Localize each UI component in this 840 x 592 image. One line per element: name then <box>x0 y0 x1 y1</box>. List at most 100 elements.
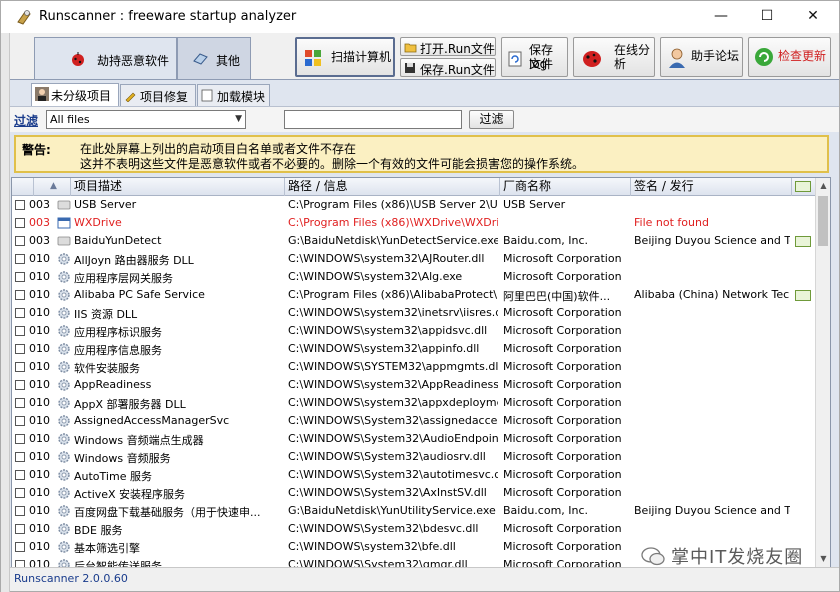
row-vendor: Microsoft Corporation <box>503 306 622 319</box>
filter-label[interactable]: 过滤 <box>14 112 38 129</box>
table-row[interactable]: 010 Alibaba PC Safe Service C:\Program Fil… <box>12 286 816 304</box>
scroll-up-icon[interactable]: ▲ <box>816 178 830 194</box>
bug-icon <box>72 52 84 66</box>
table-row[interactable]: 003 WXDrive C:\Program Files (x86)\WXDrive… <box>12 214 816 232</box>
table-row[interactable]: 010 Windows 音频端点生成器 C:\WINDOWS\System32\Au… <box>12 430 816 448</box>
row-vendor: USB Server <box>503 198 566 211</box>
row-checkbox[interactable] <box>15 542 25 552</box>
row-checkbox[interactable] <box>15 254 25 264</box>
row-vendor: Microsoft Corporation <box>503 252 622 265</box>
column-header-vendor[interactable]: 厂商名称 <box>500 178 631 196</box>
row-vendor: Microsoft Corporation <box>503 324 622 337</box>
row-checkbox[interactable] <box>15 470 25 480</box>
row-checkbox[interactable] <box>15 218 25 228</box>
row-checkbox[interactable] <box>15 326 25 336</box>
column-header-path[interactable]: 路径 / 信息 <box>285 178 500 196</box>
column-header-signature[interactable]: 签名 / 发行 <box>631 178 792 196</box>
scan-computer-button[interactable]: 扫描计算机 <box>295 37 395 77</box>
document-icon <box>201 89 213 102</box>
row-code: 010 <box>29 468 50 481</box>
table-row[interactable]: 010 AutoTime 服务 C:\WINDOWS\System32\autoti… <box>12 466 816 484</box>
row-checkbox[interactable] <box>15 488 25 498</box>
filter-button[interactable]: 过滤 <box>469 110 514 129</box>
table-row[interactable]: 010 AllJoyn 路由器服务 DLL C:\WINDOWS\system32\… <box>12 250 816 268</box>
row-checkbox[interactable] <box>15 308 25 318</box>
check-update-button[interactable]: 检查更新 <box>748 37 831 77</box>
table-row[interactable]: 010 软件安装服务 C:\WINDOWS\SYSTEM32\appmgmts.dl… <box>12 358 816 376</box>
row-description: BaiduYunDetect <box>74 234 162 247</box>
online-analysis-button[interactable]: 在线分 析 <box>573 37 655 77</box>
row-code: 010 <box>29 288 50 301</box>
row-checkbox[interactable] <box>15 236 25 246</box>
row-checkbox[interactable] <box>15 416 25 426</box>
scroll-down-icon[interactable]: ▼ <box>816 551 830 567</box>
row-checkbox[interactable] <box>15 272 25 282</box>
row-checkbox[interactable] <box>15 434 25 444</box>
row-checkbox[interactable] <box>15 452 25 462</box>
row-code: 010 <box>29 306 50 319</box>
row-checkbox[interactable] <box>15 362 25 372</box>
sort-column-header[interactable]: ▲ <box>34 178 71 196</box>
tab-other[interactable]: 其他 <box>177 37 251 79</box>
warning-banner: 警告: 在此处屏幕上列出的启动项目白名单或者文件不存在 这并不表明这些文件是恶意… <box>14 135 829 173</box>
row-code: 010 <box>29 414 50 427</box>
save-run-file-button[interactable]: 保存.Run文件 <box>400 58 496 77</box>
subtab-loaded-modules[interactable]: 加载模块 <box>197 84 270 106</box>
gear-icon <box>58 469 70 481</box>
check-update-label: 检查更新 <box>778 49 827 63</box>
table-row[interactable]: 010 AppX 部署服务器 DLL C:\WINDOWS\system32\app… <box>12 394 816 412</box>
row-checkbox[interactable] <box>15 290 25 300</box>
close-button[interactable]: ✕ <box>790 1 836 31</box>
table-row[interactable]: 010 百度网盘下载基础服务（用于快速申... G:\BaiduNetdisk\Yu… <box>12 502 816 520</box>
update-icon <box>755 48 773 66</box>
tab-hijack-malware[interactable]: 劫持恶意软件 <box>34 37 177 79</box>
row-path: C:\WINDOWS\system32\Alg.exe <box>288 270 463 283</box>
file-type-select[interactable]: All files ▼ <box>46 110 246 129</box>
subtab-repair[interactable]: 项目修复 <box>120 84 196 106</box>
row-vendor: Microsoft Corporation <box>503 486 622 499</box>
table-row[interactable]: 003 BaiduYunDetect G:\BaiduNetdisk\YunDete… <box>12 232 816 250</box>
background-window-edge <box>1 1 10 592</box>
row-checkbox[interactable] <box>15 200 25 210</box>
table-row[interactable]: 010 应用程序层网关服务 C:\WINDOWS\system32\Alg.exe M… <box>12 268 816 286</box>
maximize-button[interactable]: ☐ <box>744 1 790 31</box>
row-checkbox[interactable] <box>15 380 25 390</box>
save-run-file-label: 保存.Run文件 <box>420 63 495 77</box>
row-description: 基本筛选引擎 <box>74 542 140 555</box>
row-description: IIS 资源 DLL <box>74 308 138 321</box>
version-text: Runscanner 2.0.0.60 <box>14 572 128 585</box>
help-forum-button[interactable]: 助手论坛 <box>660 37 743 77</box>
startup-items-table: ▲ 项目描述 路径 / 信息 厂商名称 签名 / 发行 003 USB Serve… <box>11 177 831 568</box>
row-checkbox[interactable] <box>15 344 25 354</box>
row-code: 010 <box>29 432 50 445</box>
row-checkbox[interactable] <box>15 524 25 534</box>
save-log-file-button[interactable]: 保存log 文件 <box>501 37 568 77</box>
table-row[interactable]: 010 BDE 服务 C:\WINDOWS\System32\bdesvc.dll M… <box>12 520 816 538</box>
row-path: C:\WINDOWS\System32\bdesvc.dll <box>288 522 479 535</box>
row-description: 应用程序层网关服务 <box>74 272 173 285</box>
app-icon <box>57 236 71 246</box>
row-checkbox[interactable] <box>15 398 25 408</box>
subtab-unclassified[interactable]: 未分级项目 <box>31 83 119 106</box>
open-run-file-button[interactable]: 打开.Run文件 <box>400 37 496 56</box>
table-row[interactable]: 010 AssignedAccessManagerSvc C:\WINDOWS\Sy… <box>12 412 816 430</box>
scroll-thumb[interactable] <box>818 196 828 246</box>
main-content: 未分级项目 项目修复 加载模块 过滤 All files ▼ 过滤 警告: 在此… <box>10 79 839 568</box>
table-row[interactable]: 010 IIS 资源 DLL C:\WINDOWS\system32\inetsrv… <box>12 304 816 322</box>
row-code: 010 <box>29 396 50 409</box>
table-row[interactable]: 010 ActiveX 安装程序服务 C:\WINDOWS\System32\AxI… <box>12 484 816 502</box>
filter-input[interactable] <box>284 110 462 129</box>
minimize-button[interactable]: — <box>698 1 744 31</box>
table-row[interactable]: 010 AppReadiness C:\WINDOWS\system32\AppRe… <box>12 376 816 394</box>
row-description: 软件安装服务 <box>74 362 140 375</box>
table-header: ▲ 项目描述 路径 / 信息 厂商名称 签名 / 发行 <box>12 178 816 196</box>
column-header-description[interactable]: 项目描述 <box>71 178 285 196</box>
table-row[interactable]: 010 Windows 音频服务 C:\WINDOWS\System32\audio… <box>12 448 816 466</box>
row-description: Windows 音频服务 <box>74 452 171 465</box>
row-code: 010 <box>29 342 50 355</box>
row-checkbox[interactable] <box>15 506 25 516</box>
vertical-scrollbar[interactable]: ▲ ▼ <box>815 178 830 567</box>
table-row[interactable]: 010 应用程序信息服务 C:\WINDOWS\system32\appinfo.d… <box>12 340 816 358</box>
table-row[interactable]: 003 USB Server C:\Program Files (x86)\USB … <box>12 196 816 214</box>
table-row[interactable]: 010 应用程序标识服务 C:\WINDOWS\system32\appidsvc.… <box>12 322 816 340</box>
